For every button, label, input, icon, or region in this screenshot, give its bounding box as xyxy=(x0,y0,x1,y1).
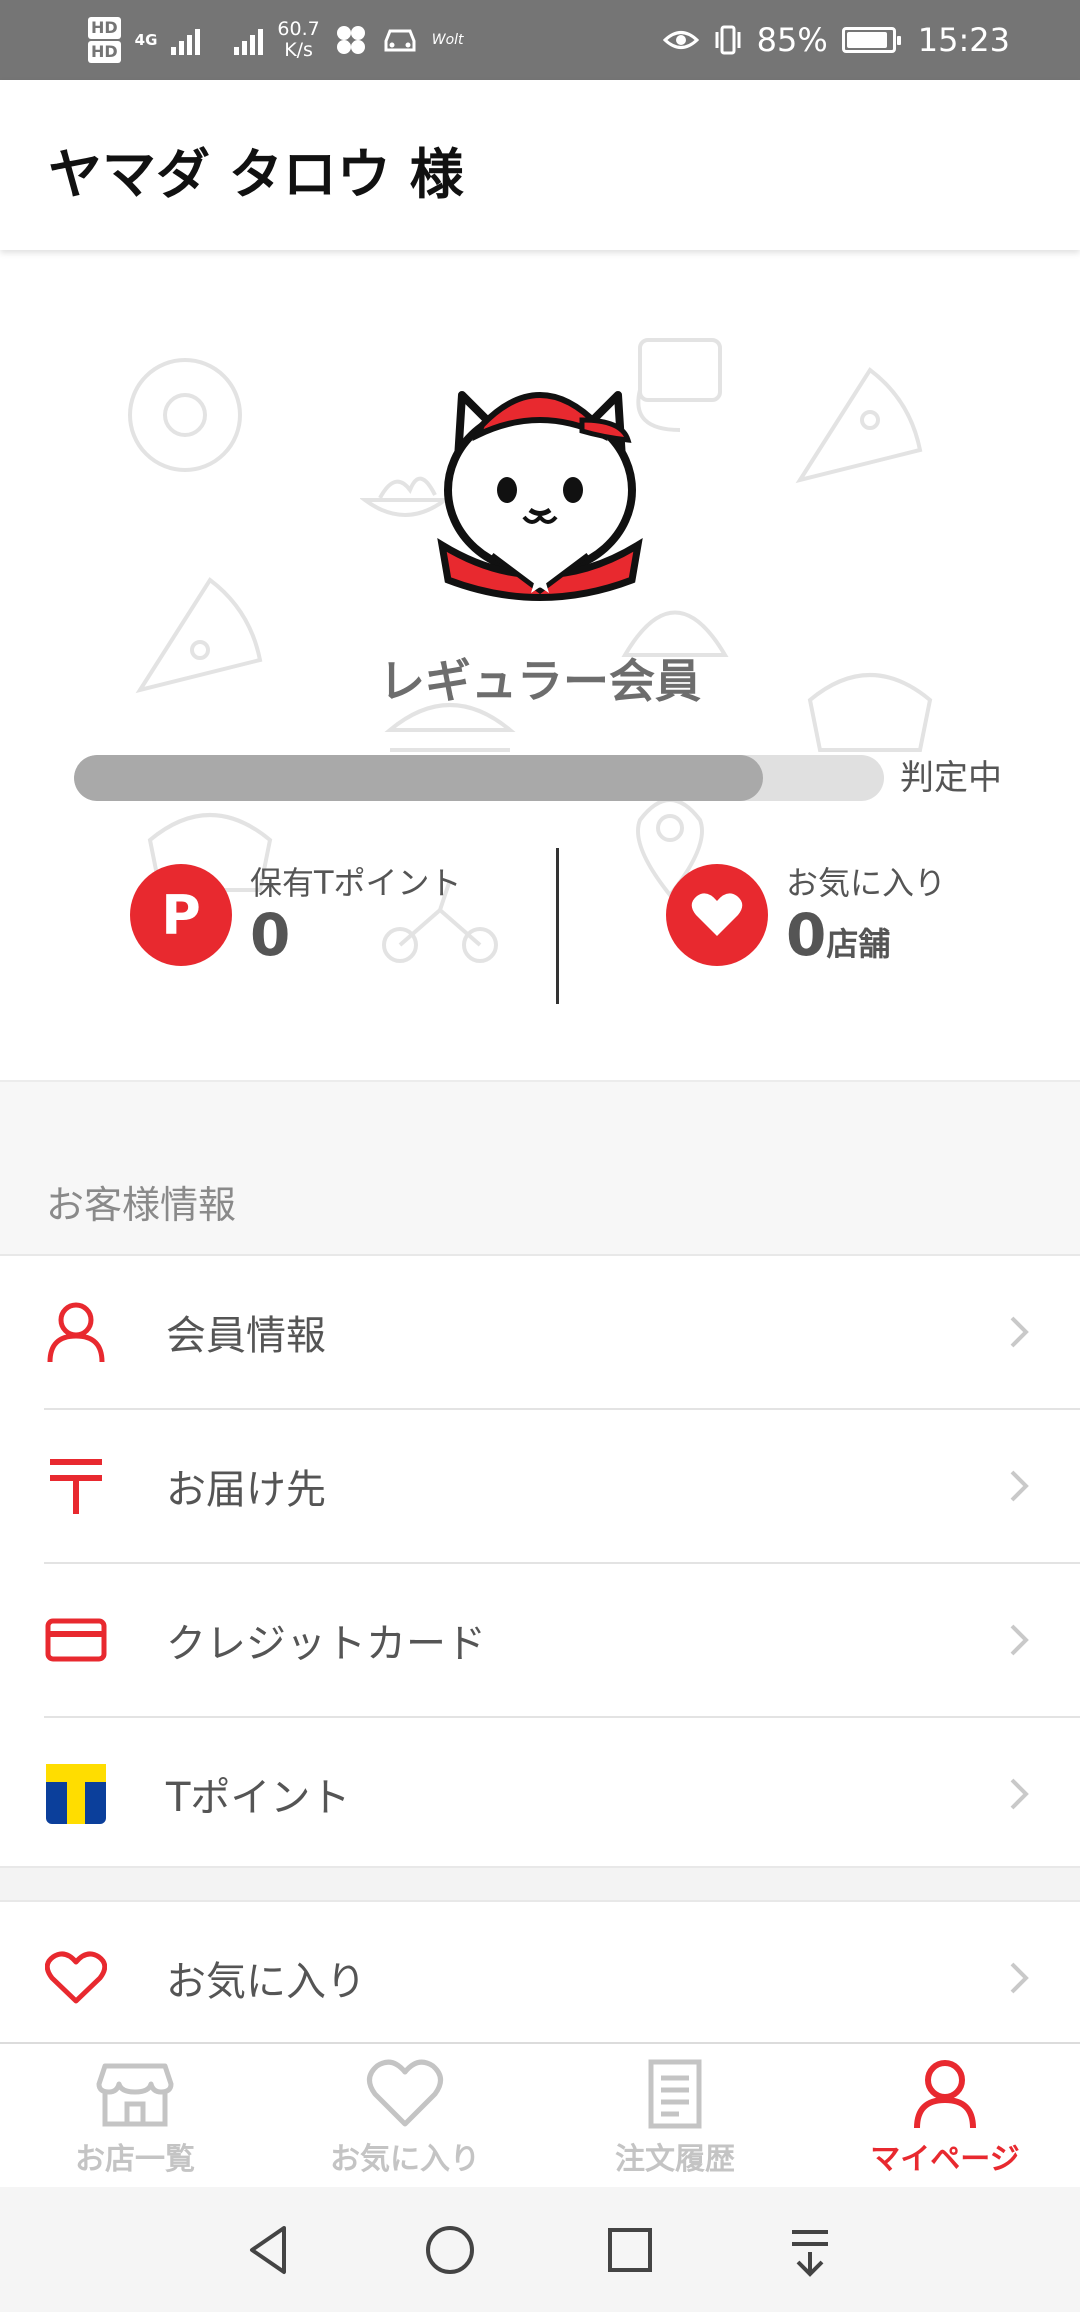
net-speed: 60.7 K/s xyxy=(277,19,319,61)
hd-indicator: HD HD xyxy=(88,16,121,64)
menu-item-t-point[interactable]: Tポイント xyxy=(0,1718,1080,1870)
bottom-nav: お店一覧 お気に入り 注文履歴 マイページ xyxy=(0,2042,1080,2187)
chevron-right-icon xyxy=(1010,1778,1029,1810)
heart-icon xyxy=(666,864,768,966)
points-value: 0 xyxy=(250,901,291,969)
menu-item-label: Tポイント xyxy=(166,1775,351,1821)
menu-item-label: お気に入り xyxy=(166,1959,366,2005)
section-title: お客様情報 xyxy=(46,1183,237,1227)
rank-progress-status: 判定中 xyxy=(900,758,1002,798)
page-title: ヤマダ タロウ 様 xyxy=(48,143,464,206)
app-header: ヤマダ タロウ 様 xyxy=(0,80,1080,250)
status-bar-right: 85% 15:23 xyxy=(662,10,1010,70)
home-icon[interactable] xyxy=(420,2220,480,2280)
menu-item-member-info[interactable]: 会員情報 xyxy=(0,1256,1080,1408)
person-icon xyxy=(44,1300,108,1364)
nav-tab-order-history[interactable]: 注文履歴 xyxy=(540,2044,810,2187)
points-stat[interactable]: P 保有Tポイント 0 xyxy=(130,860,462,970)
points-label: 保有Tポイント xyxy=(250,864,462,902)
notification-pull-icon[interactable] xyxy=(780,2220,840,2280)
app-tag: Wolt xyxy=(431,32,464,48)
status-bar-left: HD HD 4G 60.7 K/s Wolt xyxy=(88,10,464,70)
member-rank-label: レギュラー会員 xyxy=(379,654,701,708)
status-bar: HD HD 4G 60.7 K/s Wolt 85% 15:23 xyxy=(0,0,1080,80)
favorites-unit: 店舗 xyxy=(826,925,891,963)
battery-icon xyxy=(841,27,901,53)
car-icon xyxy=(384,29,416,52)
nav-label: マイページ xyxy=(870,2142,1020,2177)
nav-label: お気に入り xyxy=(330,2142,480,2177)
pizza-doodle-icon xyxy=(795,367,923,484)
store-icon xyxy=(96,2063,174,2127)
favorites-value: 0 xyxy=(786,901,827,969)
menu-item-credit-card[interactable]: クレジットカード xyxy=(0,1564,1080,1716)
eye-icon xyxy=(662,31,699,49)
credit-card-icon xyxy=(44,1608,108,1672)
back-icon[interactable] xyxy=(240,2220,300,2280)
nav-tab-store-list[interactable]: お店一覧 xyxy=(0,2044,270,2187)
document-icon xyxy=(648,2059,702,2129)
battery-percent: 85% xyxy=(756,21,828,59)
nav-label: 注文履歴 xyxy=(615,2142,735,2177)
heart-icon xyxy=(367,2059,443,2127)
membership-panel: レギュラー会員 判定中 P 保有Tポイント 0 お気に入り 0店舗 xyxy=(0,250,1080,1080)
chevron-right-icon xyxy=(1010,1470,1029,1502)
fan-icon xyxy=(336,26,365,54)
vibrate-icon xyxy=(715,25,741,55)
rank-progress-fill xyxy=(74,755,763,801)
menu-item-favorites[interactable]: お気に入り xyxy=(0,1902,1080,2054)
points-icon: P xyxy=(130,864,232,966)
menu-group-divider xyxy=(0,1866,1080,1902)
other-menu: お気に入り xyxy=(0,1902,1080,2042)
signal-icon xyxy=(171,25,201,55)
favorites-label: お気に入り xyxy=(786,864,947,902)
rank-progress-bar xyxy=(74,755,884,801)
t-point-icon xyxy=(44,1762,108,1826)
chevron-right-icon xyxy=(1010,1962,1029,1994)
signal-2-icon xyxy=(234,25,264,55)
mascot-cat-icon xyxy=(437,391,643,601)
hd2-badge: HD xyxy=(88,41,121,63)
nav-tab-my-page[interactable]: マイページ xyxy=(810,2044,1080,2187)
chevron-right-icon xyxy=(1010,1316,1029,1348)
menu-item-label: 会員情報 xyxy=(166,1313,326,1359)
customer-section-header: お客様情報 xyxy=(0,1080,1080,1256)
donut-doodle-icon xyxy=(128,358,242,472)
heart-icon xyxy=(44,1946,108,2010)
system-nav-bar xyxy=(0,2187,1080,2312)
nav-label: お店一覧 xyxy=(75,2142,195,2177)
net-speed-unit: K/s xyxy=(284,39,313,61)
postal-mark-icon xyxy=(44,1454,108,1518)
stats-divider xyxy=(556,848,559,1004)
customer-info-menu: 会員情報 お届け先 クレジットカード Tポイント xyxy=(0,1256,1080,1866)
chevron-right-icon xyxy=(1010,1624,1029,1656)
net-speed-value: 60.7 xyxy=(277,18,320,40)
network-type: 4G xyxy=(134,31,158,49)
menu-item-label: クレジットカード xyxy=(166,1621,486,1667)
hd1-badge: HD xyxy=(88,17,121,39)
favorites-stat[interactable]: お気に入り 0店舗 xyxy=(666,860,946,970)
person-icon xyxy=(914,2060,976,2129)
recents-icon[interactable] xyxy=(600,2220,660,2280)
nav-tab-favorites[interactable]: お気に入り xyxy=(270,2044,540,2187)
menu-item-delivery-address[interactable]: お届け先 xyxy=(0,1410,1080,1562)
clock: 15:23 xyxy=(917,21,1010,59)
menu-item-label: お届け先 xyxy=(166,1467,326,1513)
